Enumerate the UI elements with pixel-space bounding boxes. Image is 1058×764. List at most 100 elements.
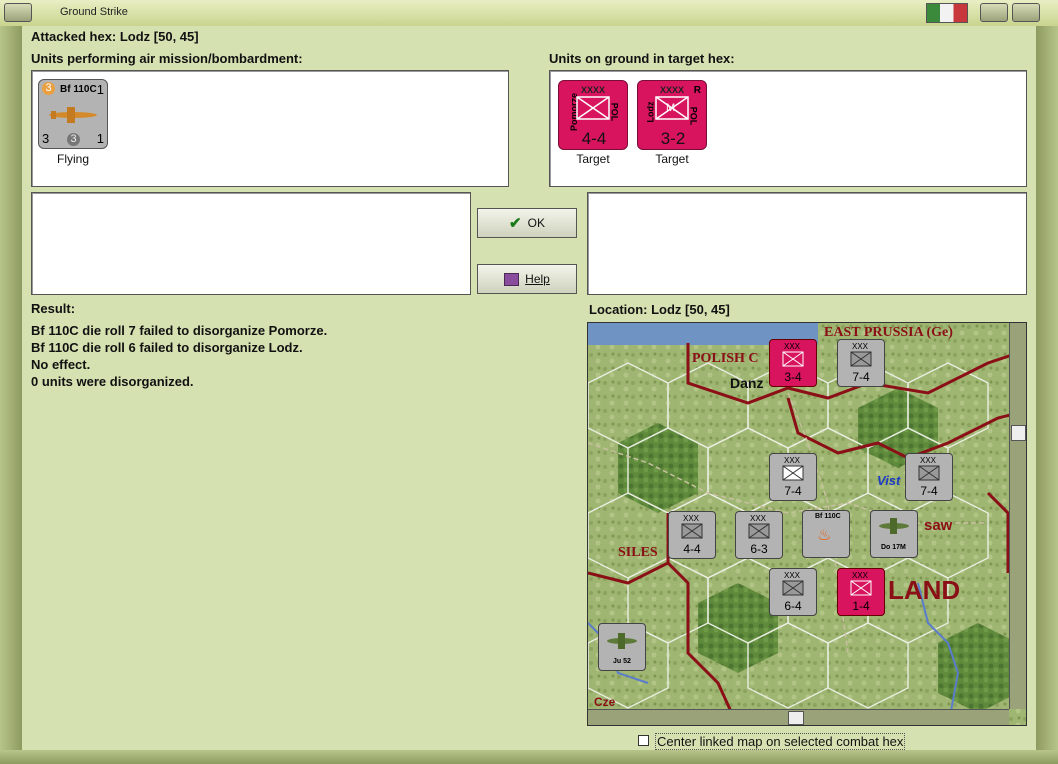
ok-button[interactable]: ✔ OK [477,208,577,238]
map-air-counter[interactable]: Ju 52 [598,623,646,671]
air-units-list: 3 Bf 110C 1 3 3 1 Flying [31,70,509,187]
map-air-counter[interactable]: Bf 110C ♨ [802,510,850,558]
map-counter-size: XXX [784,342,801,351]
bomber-icon [879,518,909,534]
result-line: Bf 110C die roll 7 failed to disorganize… [31,323,328,338]
map-horizontal-scrollbar[interactable] [588,709,1009,725]
close-button[interactable] [1012,3,1040,22]
map-counter-strength: 7-4 [920,484,938,498]
result-line: No effect. [31,357,91,372]
air-units-label: Units performing air mission/bombardment… [31,51,303,66]
center-map-checkbox[interactable] [638,735,649,746]
infantry-symbol-icon [681,523,703,539]
counter-strength: 4-4 [581,129,607,148]
window-frame-left [0,26,22,764]
unit-counter-lodz[interactable]: XXXX R Lodz POL M 3-2 [637,80,707,150]
result-text: Bf 110C die roll 7 failed to disorganize… [31,322,571,390]
attacked-hex-label: Attacked hex: Lodz [50, 45] [31,29,199,44]
ground-units-list: XXXX Pomorze POL 4-4 Target XXXX R Lodz … [549,70,1027,187]
map-air-counter[interactable]: Do 17M [870,510,918,558]
fire-icon: ♨ [817,527,832,544]
counter-top-right: 1 [96,82,104,97]
map-counter-strength: 6-3 [750,542,768,556]
counter-name: Bf 110C [60,84,97,95]
map-label: POLISH C [692,351,759,366]
window-title: Ground Strike [60,6,128,18]
map-unit-counter[interactable]: XXX 6-3 [735,511,783,559]
infantry-symbol-icon [748,523,770,539]
counter-bottom-mid: 3 [67,133,80,146]
transport-plane-icon [607,633,637,649]
map-counter-size: XXX [920,456,937,465]
counter-name: Lodz [645,101,656,123]
map-counter-size: XXX [852,342,869,351]
map-counter-size: XXX [784,456,801,465]
counter-top-left: 3 [42,82,55,95]
system-menu-button[interactable] [4,3,32,22]
map-counter-strength: 7-4 [784,484,802,498]
infantry-symbol-icon [782,580,804,596]
help-button-label: Help [525,272,550,286]
map-label: Danz [730,375,764,391]
unit-counter-bf110c[interactable]: 3 Bf 110C 1 3 3 1 [38,79,108,149]
location-label: Location: Lodz [50, 45] [589,302,730,317]
mini-map[interactable]: EAST PRUSSIA (Ge) POLISH C Danz Vist saw… [587,322,1027,726]
counter-symbol: M [666,102,676,114]
result-label: Result: [31,301,76,316]
defender-details-pane [587,192,1027,295]
check-icon: ✔ [509,215,522,232]
counter-bottom-left: 3 [42,131,50,146]
map-unit-counter[interactable]: XXX 7-4 [769,453,817,501]
map-counter-size: XXX [784,571,801,580]
map-label: Cze [594,695,616,709]
map-horizontal-scroll-thumb[interactable] [788,711,804,725]
infantry-symbol-icon [782,465,804,481]
map-counter-strength: 7-4 [852,370,870,384]
map-counter-strength: 4-4 [683,542,701,556]
map-unit-counter[interactable]: XXX 6-4 [769,568,817,616]
window-frame-right [1036,26,1058,764]
aircraft-icon [49,107,97,123]
map-counter-strength: 1-4 [852,599,870,613]
map-unit-counter[interactable]: XXX 7-4 [837,339,885,387]
infantry-symbol-icon [918,465,940,481]
map-vertical-scrollbar[interactable] [1009,323,1026,709]
unit-status: Flying [56,152,89,166]
infantry-symbol-icon [850,580,872,596]
counter-nation: POL [688,106,699,126]
map-counter-size: XXX [683,514,700,523]
counter-size: XXXX [581,85,606,95]
counter-size: XXXX [660,85,685,95]
map-unit-counter[interactable]: XXX 4-4 [668,511,716,559]
attacker-details-pane [31,192,471,295]
map-air-name: Ju 52 [613,658,631,665]
map-label: SILES [618,545,658,560]
infantry-symbol-icon [850,351,872,367]
map-unit-counter[interactable]: XXX 7-4 [905,453,953,501]
center-map-checkbox-label[interactable]: Center linked map on selected combat hex [655,733,906,750]
counter-nation: POL [609,102,620,122]
infantry-symbol-icon [782,351,804,367]
map-label: LAND [888,575,961,605]
window-frame-bottom [0,750,1058,764]
help-book-icon [504,272,520,286]
map-counter-strength: 3-4 [784,370,802,384]
counter-strength: 3-2 [660,129,686,148]
help-button[interactable]: Help [477,264,577,294]
minimize-button[interactable] [980,3,1008,22]
map-label: Vist [877,473,901,488]
map-unit-counter[interactable]: XXX 3-4 [769,339,817,387]
unit-status: Target [655,152,689,166]
map-counter-strength: 6-4 [784,599,802,613]
unit-status: Target [576,152,610,166]
map-vertical-scroll-thumb[interactable] [1011,425,1026,441]
ground-units-label: Units on ground in target hex: [549,51,735,66]
unit-counter-pomorze[interactable]: XXXX Pomorze POL 4-4 [558,80,628,150]
result-line: Bf 110C die roll 6 failed to disorganize… [31,340,303,355]
title-bar: Ground Strike [0,0,1058,27]
map-air-name: Do 17M [881,544,906,551]
infantry-symbol-icon [576,96,610,120]
ok-button-label: OK [527,216,545,230]
nation-flag-icon [926,3,968,23]
map-unit-counter[interactable]: XXX 1-4 [837,568,885,616]
